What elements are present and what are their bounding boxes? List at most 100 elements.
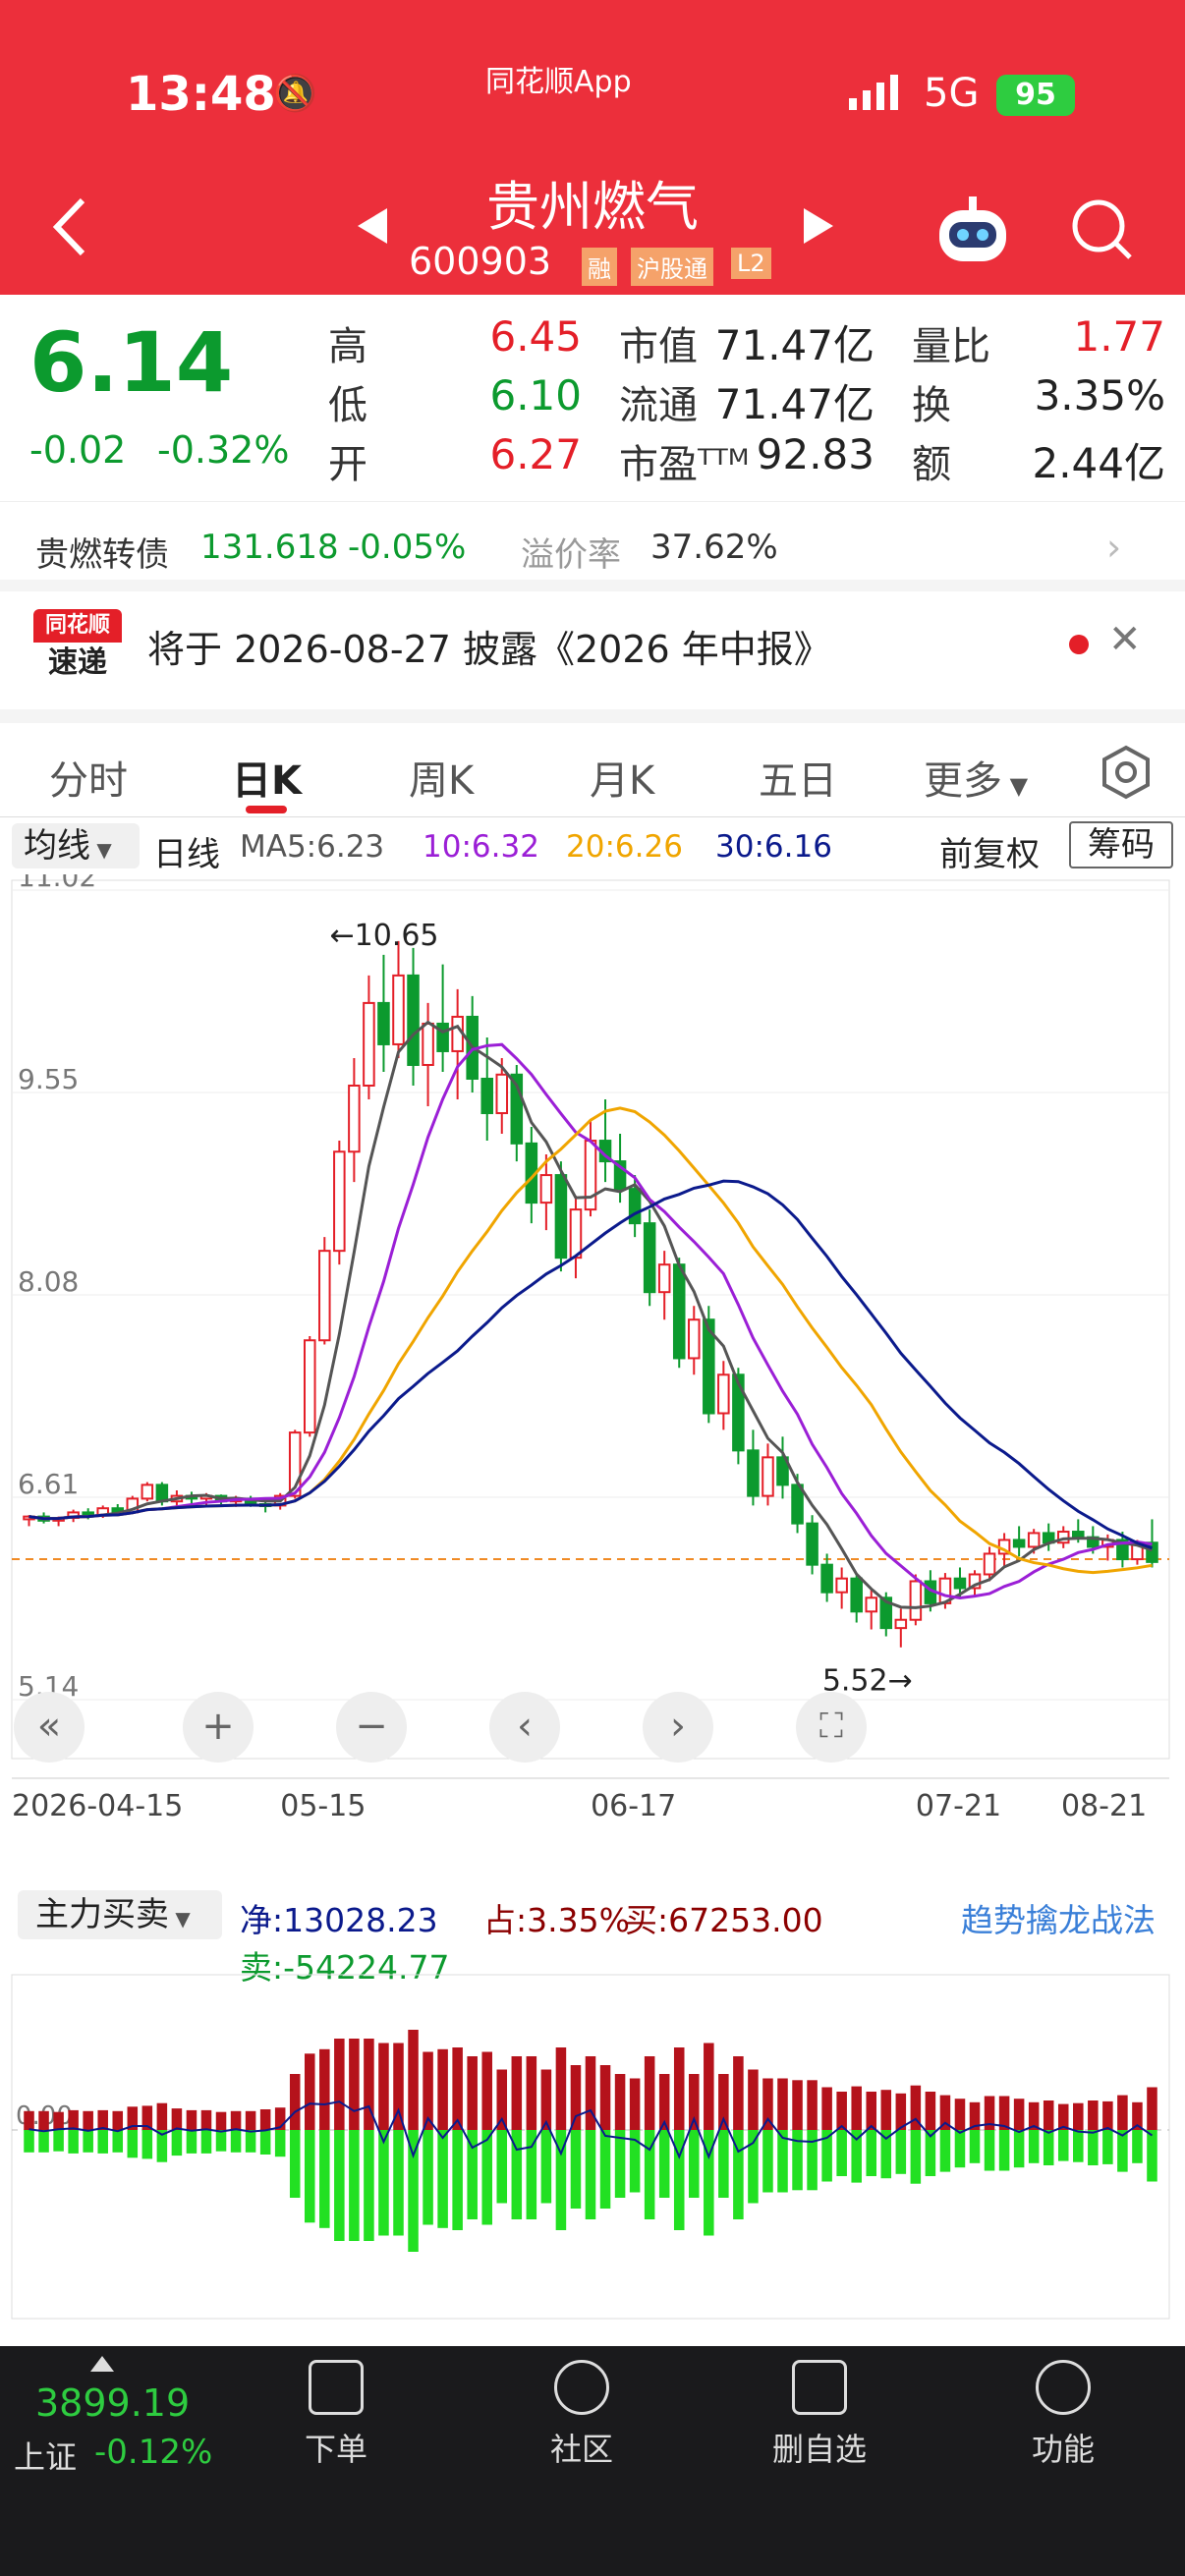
sell-bar [526, 2130, 537, 2219]
tab-five-day[interactable]: 五日 [759, 749, 837, 806]
candle-body [747, 1449, 760, 1497]
candle-body [688, 1318, 701, 1360]
scroll-right-button[interactable]: › [643, 1692, 713, 1763]
notice-text: 将于 2026-08-27 披露《2026 年中报》 [147, 628, 831, 671]
quote-panel: 6.14 -0.02 -0.32% 高 6.45 低 6.10 开 6.27 市… [0, 295, 1185, 501]
stock-name: 贵州燃气 [486, 176, 699, 238]
fullscreen-button[interactable]: ⛶ [796, 1692, 867, 1763]
amount-label: 额 [912, 442, 951, 487]
next-stock-button[interactable] [798, 206, 837, 246]
zoom-in-button[interactable]: + [183, 1692, 254, 1763]
x-tick-label: 08-21 [1061, 1789, 1147, 1818]
buy-bar [53, 2111, 64, 2130]
sell-bar [274, 2130, 286, 2157]
buy-bar [733, 2056, 744, 2130]
prev-stock-button[interactable] [354, 206, 393, 246]
scroll-left-button[interactable]: ‹ [489, 1692, 560, 1763]
sell-bar [245, 2130, 256, 2153]
sell-bar [880, 2130, 892, 2179]
kline-chart[interactable]: 11.02 9.55 8.08 6.61 5.14 2026-04-15 05-15 06-1… [0, 861, 1185, 1823]
tab-more-label: 更多 [924, 758, 1002, 804]
notice-row[interactable]: 同花顺 速递 将于 2026-08-27 披露《2026 年中报》 ✕ [0, 591, 1185, 709]
search-icon[interactable] [1069, 196, 1134, 261]
index-change: -0.12% [94, 2433, 213, 2472]
tab-more[interactable]: 更多 ▼ [924, 749, 1028, 806]
sell-bar [895, 2130, 907, 2174]
sell-bar [496, 2130, 508, 2204]
sell-bar [984, 2130, 995, 2171]
logo-bottom: 速递 [48, 645, 107, 680]
candle-body [983, 1552, 996, 1576]
candle-body [672, 1263, 686, 1360]
indicator-label: 均线 [24, 826, 90, 866]
settings-icon[interactable] [1099, 745, 1154, 800]
price-change-pct: -0.32% [157, 428, 290, 472]
buy-bar [200, 2109, 212, 2130]
high-label: 高 [328, 324, 367, 369]
rewind-button[interactable]: « [14, 1692, 85, 1763]
tab-weekly-k[interactable]: 周K [409, 749, 474, 806]
zoom-out-button[interactable]: − [336, 1692, 407, 1763]
premium-value: 37.62% [650, 528, 778, 567]
buy-bar [1043, 2100, 1054, 2130]
ma-bar: 均线 ▼ 日线 MA5:6.23 10:6.32 20:6.26 30:6.16… [0, 817, 1185, 874]
nav-order[interactable]: 下单 [248, 2360, 424, 2470]
indicator-select[interactable]: 均线 ▼ [12, 823, 140, 868]
tab-daily-k[interactable]: 日K [232, 749, 302, 806]
kline-svg[interactable]: 11.029.558.086.615.142026-04-15 05-15 06-1… [0, 861, 1185, 1823]
order-icon [309, 2360, 364, 2415]
buy-bar [880, 2090, 892, 2130]
buy-bar [599, 2065, 611, 2130]
nav-community[interactable]: 社区 [493, 2360, 670, 2470]
expand-icon[interactable] [90, 2356, 114, 2372]
sell-bar [748, 2130, 759, 2204]
sell-bar [969, 2130, 981, 2163]
buy-bar [836, 2092, 847, 2130]
buy-bar [304, 2053, 315, 2130]
candle-body [303, 1339, 316, 1434]
sell-bar [112, 2130, 124, 2153]
price-change: -0.02 [29, 428, 127, 472]
bond-price: 131.618 [200, 528, 339, 567]
sell-bar [53, 2130, 64, 2152]
high-value: 6.45 [489, 312, 582, 361]
index-value[interactable]: 3899.19 [35, 2381, 190, 2425]
buy-bar [851, 2086, 862, 2130]
indicator-svg: 0.00 [11, 1974, 1170, 2320]
turnover-value: 3.35% [1034, 371, 1165, 420]
sell-bar [1057, 2130, 1069, 2161]
buy-bar [704, 2043, 714, 2130]
nav-functions-label: 功能 [1031, 2431, 1095, 2468]
open-value: 6.27 [489, 430, 582, 478]
y-tick-label: 8.08 [18, 1265, 79, 1298]
sell-bar [851, 2130, 862, 2183]
buy-bar [585, 2056, 596, 2130]
tab-intraday[interactable]: 分时 [49, 749, 128, 806]
robot-icon[interactable] [931, 193, 1014, 267]
close-icon[interactable]: ✕ [1108, 617, 1142, 662]
nav-remove-watch[interactable]: 删自选 [731, 2360, 908, 2470]
buy-bar [821, 2087, 832, 2130]
buy-bar [673, 2047, 685, 2130]
nav-functions[interactable]: 功能 [975, 2360, 1152, 2470]
sell-bar [614, 2130, 626, 2198]
buy-bar [186, 2109, 198, 2130]
buy-bar [1147, 2087, 1157, 2130]
buy-bar [156, 2102, 168, 2130]
candle-body [318, 1250, 331, 1342]
buy-bar [408, 2030, 419, 2130]
sell-bar [304, 2130, 315, 2223]
bond-row[interactable]: 贵燃转债 131.618 -0.05% 溢价率 37.62% › [0, 501, 1185, 591]
tab-monthly-k[interactable]: 月K [590, 749, 654, 806]
tag-l2: L2 [731, 248, 771, 279]
bond-name: 贵燃转债 [35, 535, 169, 575]
status-time: 13:48 [126, 67, 276, 122]
back-button[interactable] [47, 193, 96, 261]
sell-bar [319, 2130, 330, 2228]
remove-watch-icon [792, 2360, 847, 2415]
chips-button[interactable]: 筹码 [1069, 821, 1173, 868]
buy-bar [230, 2110, 242, 2130]
adjust-toggle[interactable]: 前复权 [939, 827, 1040, 875]
tag-margin: 融 [582, 248, 617, 286]
float-value: 71.47亿 [714, 380, 875, 428]
